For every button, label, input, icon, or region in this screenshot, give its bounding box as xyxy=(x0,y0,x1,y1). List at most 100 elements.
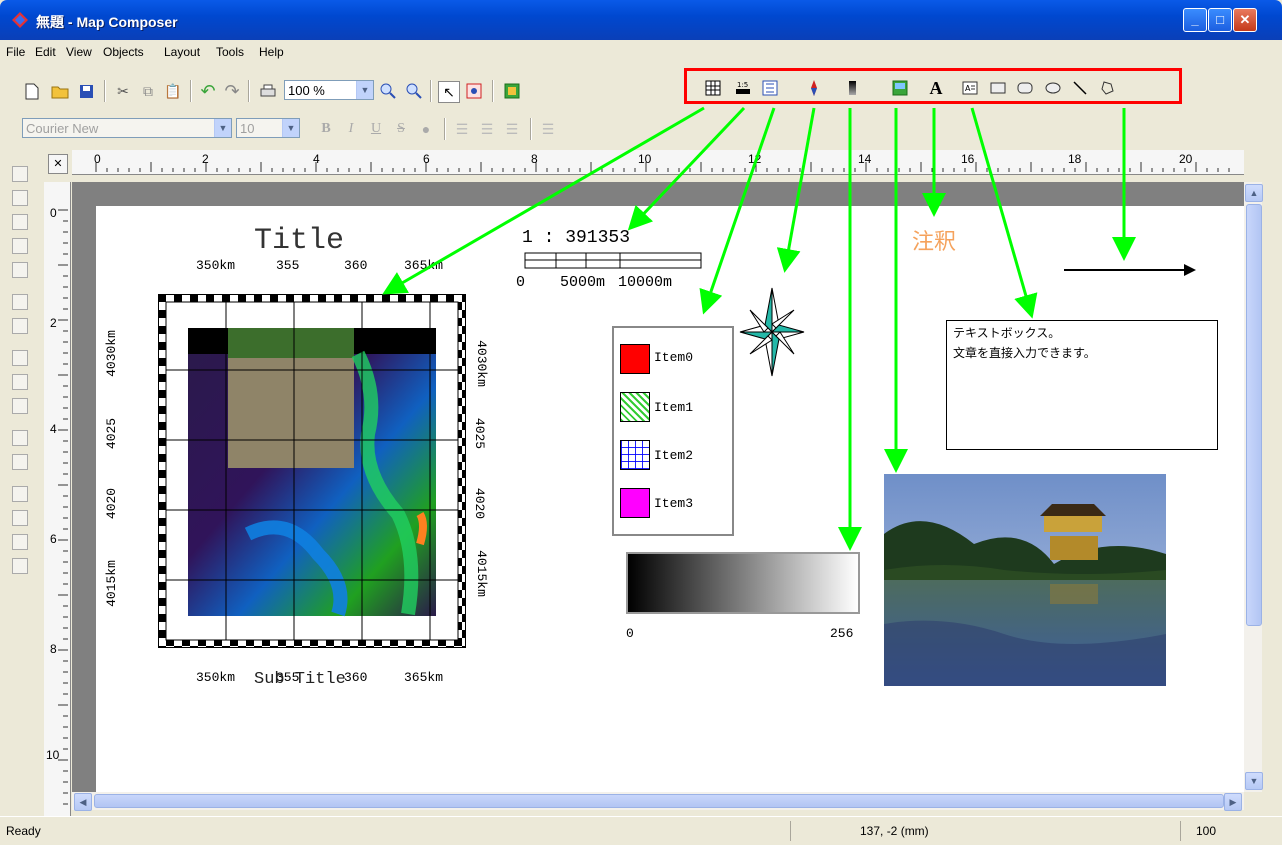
map-frame[interactable] xyxy=(157,293,467,649)
image-icon[interactable] xyxy=(890,78,910,98)
cut-icon[interactable]: ✂ xyxy=(113,81,133,101)
ellipse-icon[interactable] xyxy=(1043,78,1063,98)
menu-tools[interactable]: Tools xyxy=(216,45,244,59)
rounded-rectangle-icon[interactable] xyxy=(1015,78,1035,98)
legend-icon[interactable] xyxy=(760,78,780,98)
font-value: Courier New xyxy=(26,121,99,136)
legend-box[interactable]: Item0 Item1 Item2 Item3 xyxy=(612,326,734,536)
size-tool-icon[interactable] xyxy=(12,374,28,390)
order-tool-icon[interactable] xyxy=(12,534,28,550)
menu-help[interactable]: Help xyxy=(259,45,284,59)
line-icon[interactable] xyxy=(1070,78,1090,98)
align-tool-icon[interactable] xyxy=(12,262,28,278)
rectangle-icon[interactable] xyxy=(988,78,1008,98)
text-box[interactable]: テキストボックス。 文章を直接入力できます。 xyxy=(946,320,1218,450)
ruler-corner-close[interactable]: ✕ xyxy=(48,154,68,174)
maximize-button[interactable]: □ xyxy=(1208,8,1232,32)
ruler-label: 2 xyxy=(202,152,209,166)
copy-icon[interactable]: ⧉ xyxy=(138,81,158,101)
line-object[interactable] xyxy=(1062,262,1198,278)
open-icon[interactable] xyxy=(50,81,70,101)
zoom-select[interactable]: 100 % ▼ xyxy=(284,80,374,100)
zoom-in-icon[interactable] xyxy=(378,81,398,101)
vertical-scrollbar[interactable]: ▲ ▼ xyxy=(1244,182,1263,792)
scale-label: 0 xyxy=(516,274,526,291)
polygon-icon[interactable] xyxy=(1097,78,1117,98)
italic-icon[interactable]: I xyxy=(341,119,361,139)
gradient-bar[interactable] xyxy=(626,552,860,614)
list-icon[interactable]: ☰ xyxy=(538,119,558,139)
horizontal-scrollbar[interactable]: ◀ ▶ xyxy=(72,792,1244,811)
print-icon[interactable] xyxy=(258,81,278,101)
map-right-ticks: 4030km 4025 4020 4015km xyxy=(468,306,508,646)
color-icon[interactable]: ● xyxy=(416,119,436,139)
scroll-up-icon[interactable]: ▲ xyxy=(1245,184,1263,202)
align-tool-icon[interactable] xyxy=(12,166,28,182)
layout-page[interactable]: Title 350km 355 360 365km 4030km 4025 40… xyxy=(96,106,1244,792)
ruler-label: 6 xyxy=(50,532,57,546)
size-tool-icon[interactable] xyxy=(12,398,28,414)
image-object[interactable] xyxy=(884,474,1166,696)
order-tool-icon[interactable] xyxy=(12,486,28,502)
menu-view[interactable]: View xyxy=(66,45,92,59)
align-tool-icon[interactable] xyxy=(12,190,28,206)
zoom-out-icon[interactable] xyxy=(404,81,424,101)
north-arrow[interactable] xyxy=(738,286,806,378)
distribute-tool-icon[interactable] xyxy=(12,318,28,334)
menu-layout[interactable]: Layout xyxy=(164,45,200,59)
align-left-icon[interactable]: ☰ xyxy=(452,119,472,139)
new-icon[interactable] xyxy=(22,81,42,101)
zoom-area-icon[interactable] xyxy=(464,81,484,101)
order-tool-icon[interactable] xyxy=(12,510,28,526)
center-tool-icon[interactable] xyxy=(12,454,28,470)
text-box-line: テキストボックス。 xyxy=(953,326,1061,340)
strikethrough-icon[interactable]: S xyxy=(391,119,411,139)
menu-objects[interactable]: Objects xyxy=(103,45,144,59)
map-top-tick: 365km xyxy=(404,258,444,273)
horizontal-scroll-thumb[interactable] xyxy=(94,794,1224,808)
map-frame-icon[interactable] xyxy=(703,78,723,98)
align-tool-icon[interactable] xyxy=(12,238,28,254)
save-icon[interactable] xyxy=(76,81,96,101)
align-tool-icon[interactable] xyxy=(12,214,28,230)
scale-bar-icon[interactable]: 1:5 xyxy=(733,78,753,98)
vertical-scroll-thumb[interactable] xyxy=(1246,204,1262,626)
menu-edit[interactable]: Edit xyxy=(35,45,56,59)
order-tool-icon[interactable] xyxy=(12,558,28,574)
gradient-bar-icon[interactable] xyxy=(845,78,865,98)
scale-ratio[interactable]: 1 : 391353 xyxy=(522,228,630,248)
layer-icon[interactable] xyxy=(502,81,522,101)
ruler-label: 16 xyxy=(961,152,975,166)
underline-icon[interactable]: U xyxy=(366,119,386,139)
text-icon[interactable]: A xyxy=(926,78,946,98)
menu-file[interactable]: File xyxy=(6,45,25,59)
font-select[interactable]: Courier New ▼ xyxy=(22,118,232,138)
vertical-ruler: 0 2 4 6 8 10 xyxy=(44,182,71,816)
map-top-tick: 350km xyxy=(196,258,236,273)
ruler-label: 12 xyxy=(748,152,762,166)
annotation-text[interactable]: 注釈 xyxy=(912,224,956,256)
scroll-right-icon[interactable]: ▶ xyxy=(1224,793,1242,811)
bold-icon[interactable]: B xyxy=(316,119,336,139)
paste-icon[interactable]: 📋 xyxy=(163,81,183,101)
scale-bar[interactable] xyxy=(524,252,702,270)
size-tool-icon[interactable] xyxy=(12,350,28,366)
align-center-icon[interactable]: ☰ xyxy=(477,119,497,139)
map-title[interactable]: Title xyxy=(254,224,344,258)
redo-icon[interactable]: ↷ xyxy=(222,81,242,101)
minimize-button[interactable]: _ xyxy=(1183,8,1207,32)
map-subtitle[interactable]: Sub Title xyxy=(254,670,346,689)
scroll-down-icon[interactable]: ▼ xyxy=(1245,772,1263,790)
align-right-icon[interactable]: ☰ xyxy=(502,119,522,139)
north-arrow-icon[interactable] xyxy=(804,78,824,98)
select-pointer-icon[interactable]: ↖ xyxy=(438,81,460,103)
distribute-tool-icon[interactable] xyxy=(12,294,28,310)
scroll-left-icon[interactable]: ◀ xyxy=(74,793,92,811)
undo-icon[interactable]: ↶ xyxy=(198,81,218,101)
textbox-icon[interactable]: A xyxy=(960,78,980,98)
close-button[interactable]: ✕ xyxy=(1233,8,1257,32)
center-tool-icon[interactable] xyxy=(12,430,28,446)
zoom-value: 100 % xyxy=(288,83,325,98)
map-top-tick: 355 xyxy=(276,258,300,273)
font-size-select[interactable]: 10 ▼ xyxy=(236,118,300,138)
